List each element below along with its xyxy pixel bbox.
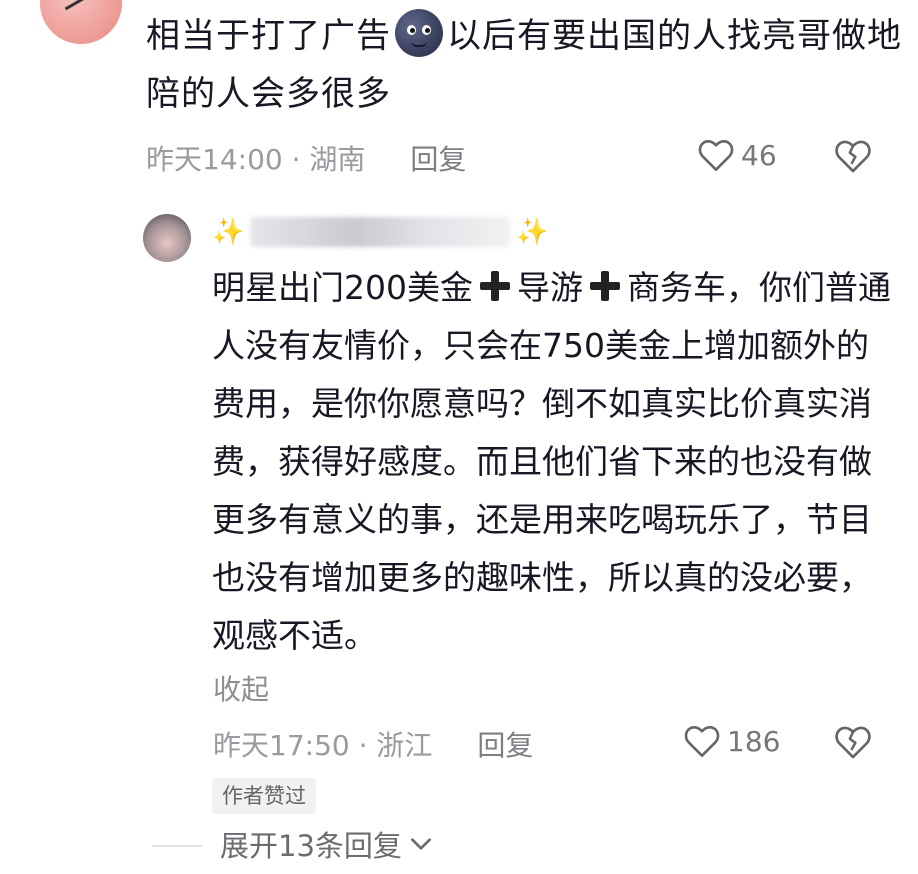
reply-location: 浙江 (376, 729, 433, 762)
comment-text: 相当于打了广告 以后有要出国的人找亮哥做地陪的人会多很多 (146, 7, 906, 123)
reply-avatar[interactable] (143, 214, 191, 262)
commenter-avatar[interactable] (40, 0, 122, 44)
chevron-down-icon (410, 838, 431, 850)
sparkle-icon: ✨ (516, 217, 549, 247)
comment-text-part-1: 相当于打了广告 (146, 16, 391, 56)
heavy-plus-icon (476, 267, 514, 305)
reply-meta: 昨天17:50 · 浙江 回复 (213, 724, 533, 764)
expand-replies-button[interactable]: 展开13条回复 (220, 823, 434, 865)
reply-text-part-1: 明星出门200美金 (212, 268, 473, 307)
reply-button[interactable]: 回复 (410, 143, 466, 176)
expand-replies-label: 展开13条回复 (220, 829, 402, 863)
like-button[interactable]: 46 (697, 138, 777, 172)
collapse-button[interactable]: 收起 (213, 668, 269, 708)
reply-time: 昨天17:50 (213, 729, 350, 762)
like-button[interactable]: 186 (683, 724, 780, 758)
reply-text-part-3: 商务车，你们普通人没有友情价，只会在750美金上增加额外的费用，是你你愿意吗？倒… (212, 268, 891, 655)
comment-time: 昨天14:00 (146, 143, 283, 176)
like-count: 46 (741, 138, 777, 172)
like-count: 186 (727, 724, 781, 758)
broken-heart-icon[interactable] (834, 138, 872, 174)
meta-separator: · (358, 729, 377, 762)
reply-username[interactable]: ✨ ✨ (212, 212, 549, 252)
author-liked-badge: 作者赞过 (212, 778, 316, 814)
broken-heart-icon[interactable] (834, 724, 872, 760)
heart-outline-icon (684, 725, 720, 757)
blurred-username (250, 217, 511, 247)
reply-text-part-2: 导游 (517, 268, 583, 307)
new-moon-face-emoji-icon (395, 9, 443, 57)
meta-separator: · (291, 143, 310, 176)
heavy-plus-icon (586, 267, 624, 305)
sparkle-icon: ✨ (212, 217, 245, 247)
heart-outline-icon (698, 139, 734, 171)
comment-meta: 昨天14:00 · 湖南 回复 (146, 138, 466, 178)
divider-line (152, 845, 202, 847)
reply-button[interactable]: 回复 (477, 729, 533, 762)
comment-location: 湖南 (309, 143, 366, 176)
reply-text: 明星出门200美金 导游 商务车，你们普通人没有友情价，只会在750美金上增加额外的… (212, 259, 892, 665)
